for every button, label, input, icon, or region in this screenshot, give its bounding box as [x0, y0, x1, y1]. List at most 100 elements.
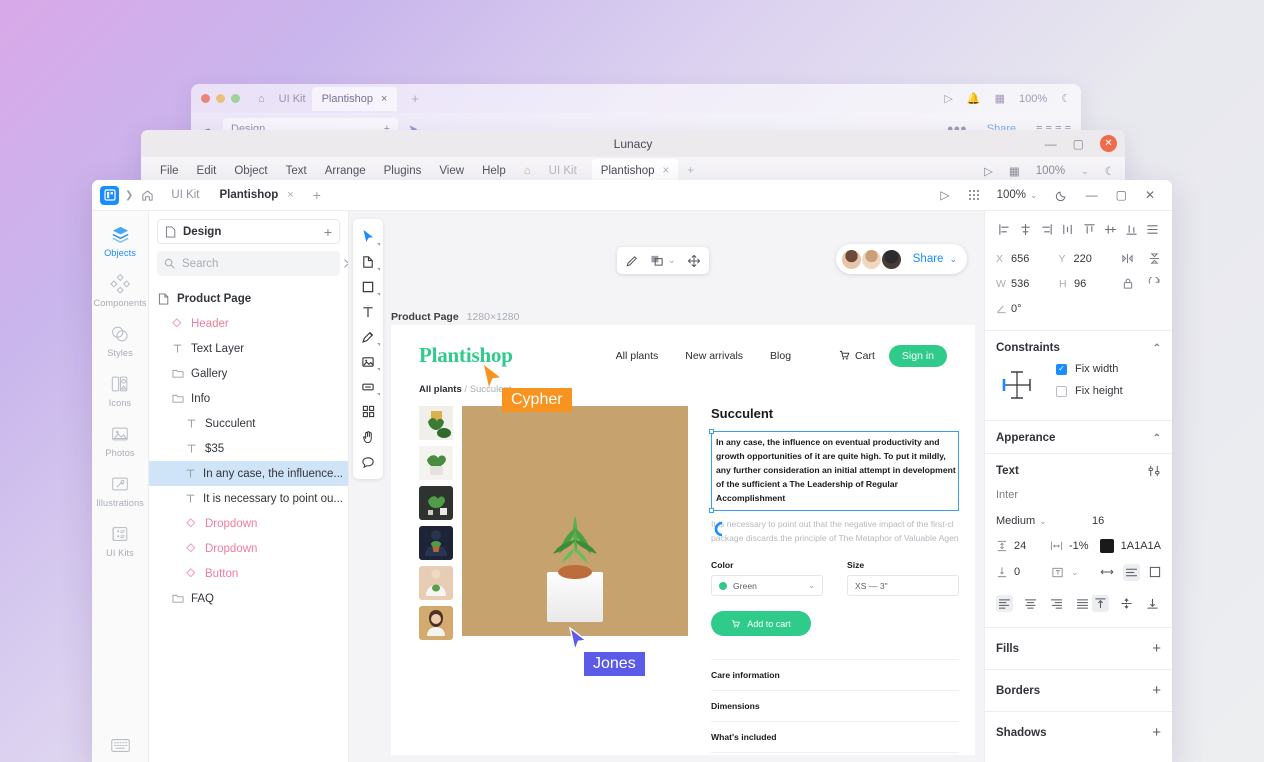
menu-edit[interactable]: Edit [188, 165, 226, 177]
sidebar-item-styles[interactable]: Styles [92, 323, 148, 358]
layer-item[interactable]: Button [149, 561, 348, 586]
grid-icon[interactable]: ▦ [1009, 164, 1020, 178]
fix-width-checkbox[interactable] [1056, 364, 1067, 375]
menu-view[interactable]: View [430, 165, 473, 177]
home-icon[interactable] [141, 189, 154, 202]
menu-object[interactable]: Object [225, 165, 276, 177]
sidebar-item-icons[interactable]: Icons [92, 373, 148, 408]
tab-ui-kit[interactable]: UI Kit [161, 189, 209, 201]
thumbnail[interactable] [419, 526, 453, 560]
play-icon[interactable]: ▷ [944, 92, 952, 105]
middle-window[interactable]: Lunacy — ▢ ✕ File Edit Object Text Arran… [141, 130, 1125, 185]
image-tool[interactable] [353, 349, 383, 374]
font-size-value[interactable]: 16 [1092, 515, 1104, 527]
grid-icon[interactable]: ▦ [995, 92, 1005, 105]
layer-item[interactable]: Info [149, 386, 348, 411]
distribute-vertical-icon[interactable] [1144, 221, 1161, 238]
pen-tool[interactable] [353, 324, 383, 349]
comment-tool[interactable] [353, 449, 383, 474]
nav-blog[interactable]: Blog [770, 350, 791, 362]
window-minimize-button[interactable]: — [1077, 188, 1107, 202]
layer-search[interactable] [157, 251, 340, 276]
flip-vertical-icon[interactable] [1148, 252, 1161, 265]
dark-mode-icon[interactable] [1046, 189, 1077, 202]
mid-tab-ui-kit[interactable]: UI Kit [540, 165, 586, 177]
menu-plugins[interactable]: Plugins [375, 165, 431, 177]
breadcrumb-root[interactable]: All plants [419, 384, 462, 395]
text-settings-icon[interactable] [1147, 464, 1161, 478]
fix-width-row[interactable]: Fix width [1056, 363, 1123, 375]
new-tab-icon[interactable]: + [411, 91, 419, 106]
resize-handle[interactable] [709, 508, 714, 513]
auto-height-icon[interactable] [1123, 564, 1140, 581]
back-tab-plantishop[interactable]: Plantishop × [312, 87, 398, 111]
height-field[interactable]: H 96 [1059, 278, 1122, 290]
home-icon[interactable]: ⌂ [258, 93, 265, 105]
canvas-area[interactable]: ⌄ Share ⌄ Product Page 1280×1280 [387, 211, 984, 762]
add-fill-button[interactable]: + [1152, 640, 1161, 657]
add-page-button[interactable]: + [324, 224, 332, 240]
nav-new-arrivals[interactable]: New arrivals [685, 350, 743, 362]
fills-section[interactable]: Fills + [985, 627, 1172, 669]
align-center-vertical-icon[interactable] [1102, 221, 1119, 238]
sidebar-item-illustrations[interactable]: Illustrations [92, 473, 148, 508]
letter-spacing-field[interactable]: -1% [1050, 540, 1100, 552]
reset-icon[interactable] [1148, 277, 1161, 290]
select-tool[interactable] [353, 224, 383, 249]
accordion-whats-included[interactable]: What's included [711, 722, 959, 753]
cart-button[interactable]: Cart [839, 350, 875, 362]
align-left-icon[interactable] [996, 221, 1013, 238]
appearance-header[interactable]: Apperance ⌃ [985, 421, 1172, 453]
layer-item[interactable]: In any case, the influence... [149, 461, 348, 486]
font-family-value[interactable]: Inter [996, 485, 1161, 509]
grid-icon[interactable] [959, 189, 989, 201]
layer-item[interactable]: Product Page [149, 286, 348, 311]
add-shadow-button[interactable]: + [1152, 724, 1161, 741]
grid-tool[interactable] [353, 399, 383, 424]
accordion-dimensions[interactable]: Dimensions [711, 691, 959, 722]
avatar[interactable] [861, 249, 882, 270]
nav-all-plants[interactable]: All plants [616, 350, 659, 362]
text-align-center-icon[interactable] [1022, 595, 1039, 612]
layer-item[interactable]: $35 [149, 436, 348, 461]
avatar[interactable] [841, 249, 862, 270]
menu-arrange[interactable]: Arrange [316, 165, 375, 177]
keyboard-shortcuts-icon[interactable] [111, 739, 130, 752]
new-tab-icon[interactable]: + [678, 165, 703, 177]
fixed-size-icon[interactable] [1149, 566, 1161, 578]
sidebar-item-components[interactable]: Components [92, 273, 148, 308]
menu-help[interactable]: Help [473, 165, 515, 177]
borders-section[interactable]: Borders + [985, 669, 1172, 711]
font-weight-dropdown[interactable]: Medium ⌄ [996, 515, 1092, 527]
sidebar-item-ui-kits[interactable]: UI Kits [92, 523, 148, 558]
sidebar-item-photos[interactable]: Photos [92, 423, 148, 458]
menu-text[interactable]: Text [277, 165, 316, 177]
moon-icon[interactable]: ☾ [1061, 92, 1071, 105]
vertical-align-middle-icon[interactable] [1118, 595, 1135, 612]
align-center-horizontal-icon[interactable] [1017, 221, 1034, 238]
rotation-field[interactable]: 0° [996, 303, 1062, 315]
rectangle-tool[interactable] [353, 274, 383, 299]
search-input[interactable] [182, 258, 336, 270]
signin-button[interactable]: Sign in [889, 345, 947, 367]
lunacy-main-window[interactable]: ❯ UI Kit Plantishop × + ▷ 100% ⌄ — ▢ ✕ [92, 180, 1172, 762]
accordion-care-information[interactable]: Care information [711, 659, 959, 691]
distribute-horizontal-icon[interactable] [1059, 221, 1076, 238]
layer-item[interactable]: Succulent [149, 411, 348, 436]
align-right-icon[interactable] [1038, 221, 1055, 238]
add-border-button[interactable]: + [1152, 682, 1161, 699]
new-tab-icon[interactable]: + [304, 187, 330, 203]
resize-handle[interactable] [709, 429, 714, 434]
pencil-icon[interactable] [625, 254, 639, 268]
x-field[interactable]: X 656 [996, 253, 1059, 265]
artboard-product-page[interactable]: Plantishop All plants New arrivals Blog … [391, 325, 975, 755]
hand-tool[interactable] [353, 424, 383, 449]
artboard-label[interactable]: Product Page 1280×1280 [391, 311, 519, 323]
chevron-up-icon[interactable]: ⌃ [1153, 433, 1161, 444]
lunacy-logo-icon[interactable] [100, 186, 119, 205]
text-transform-dropdown[interactable]: ⌄ [1051, 566, 1100, 579]
fix-height-checkbox[interactable] [1056, 386, 1067, 397]
close-icon[interactable]: × [663, 165, 670, 177]
minimize-button[interactable]: — [1045, 137, 1057, 151]
align-bottom-icon[interactable] [1123, 221, 1140, 238]
